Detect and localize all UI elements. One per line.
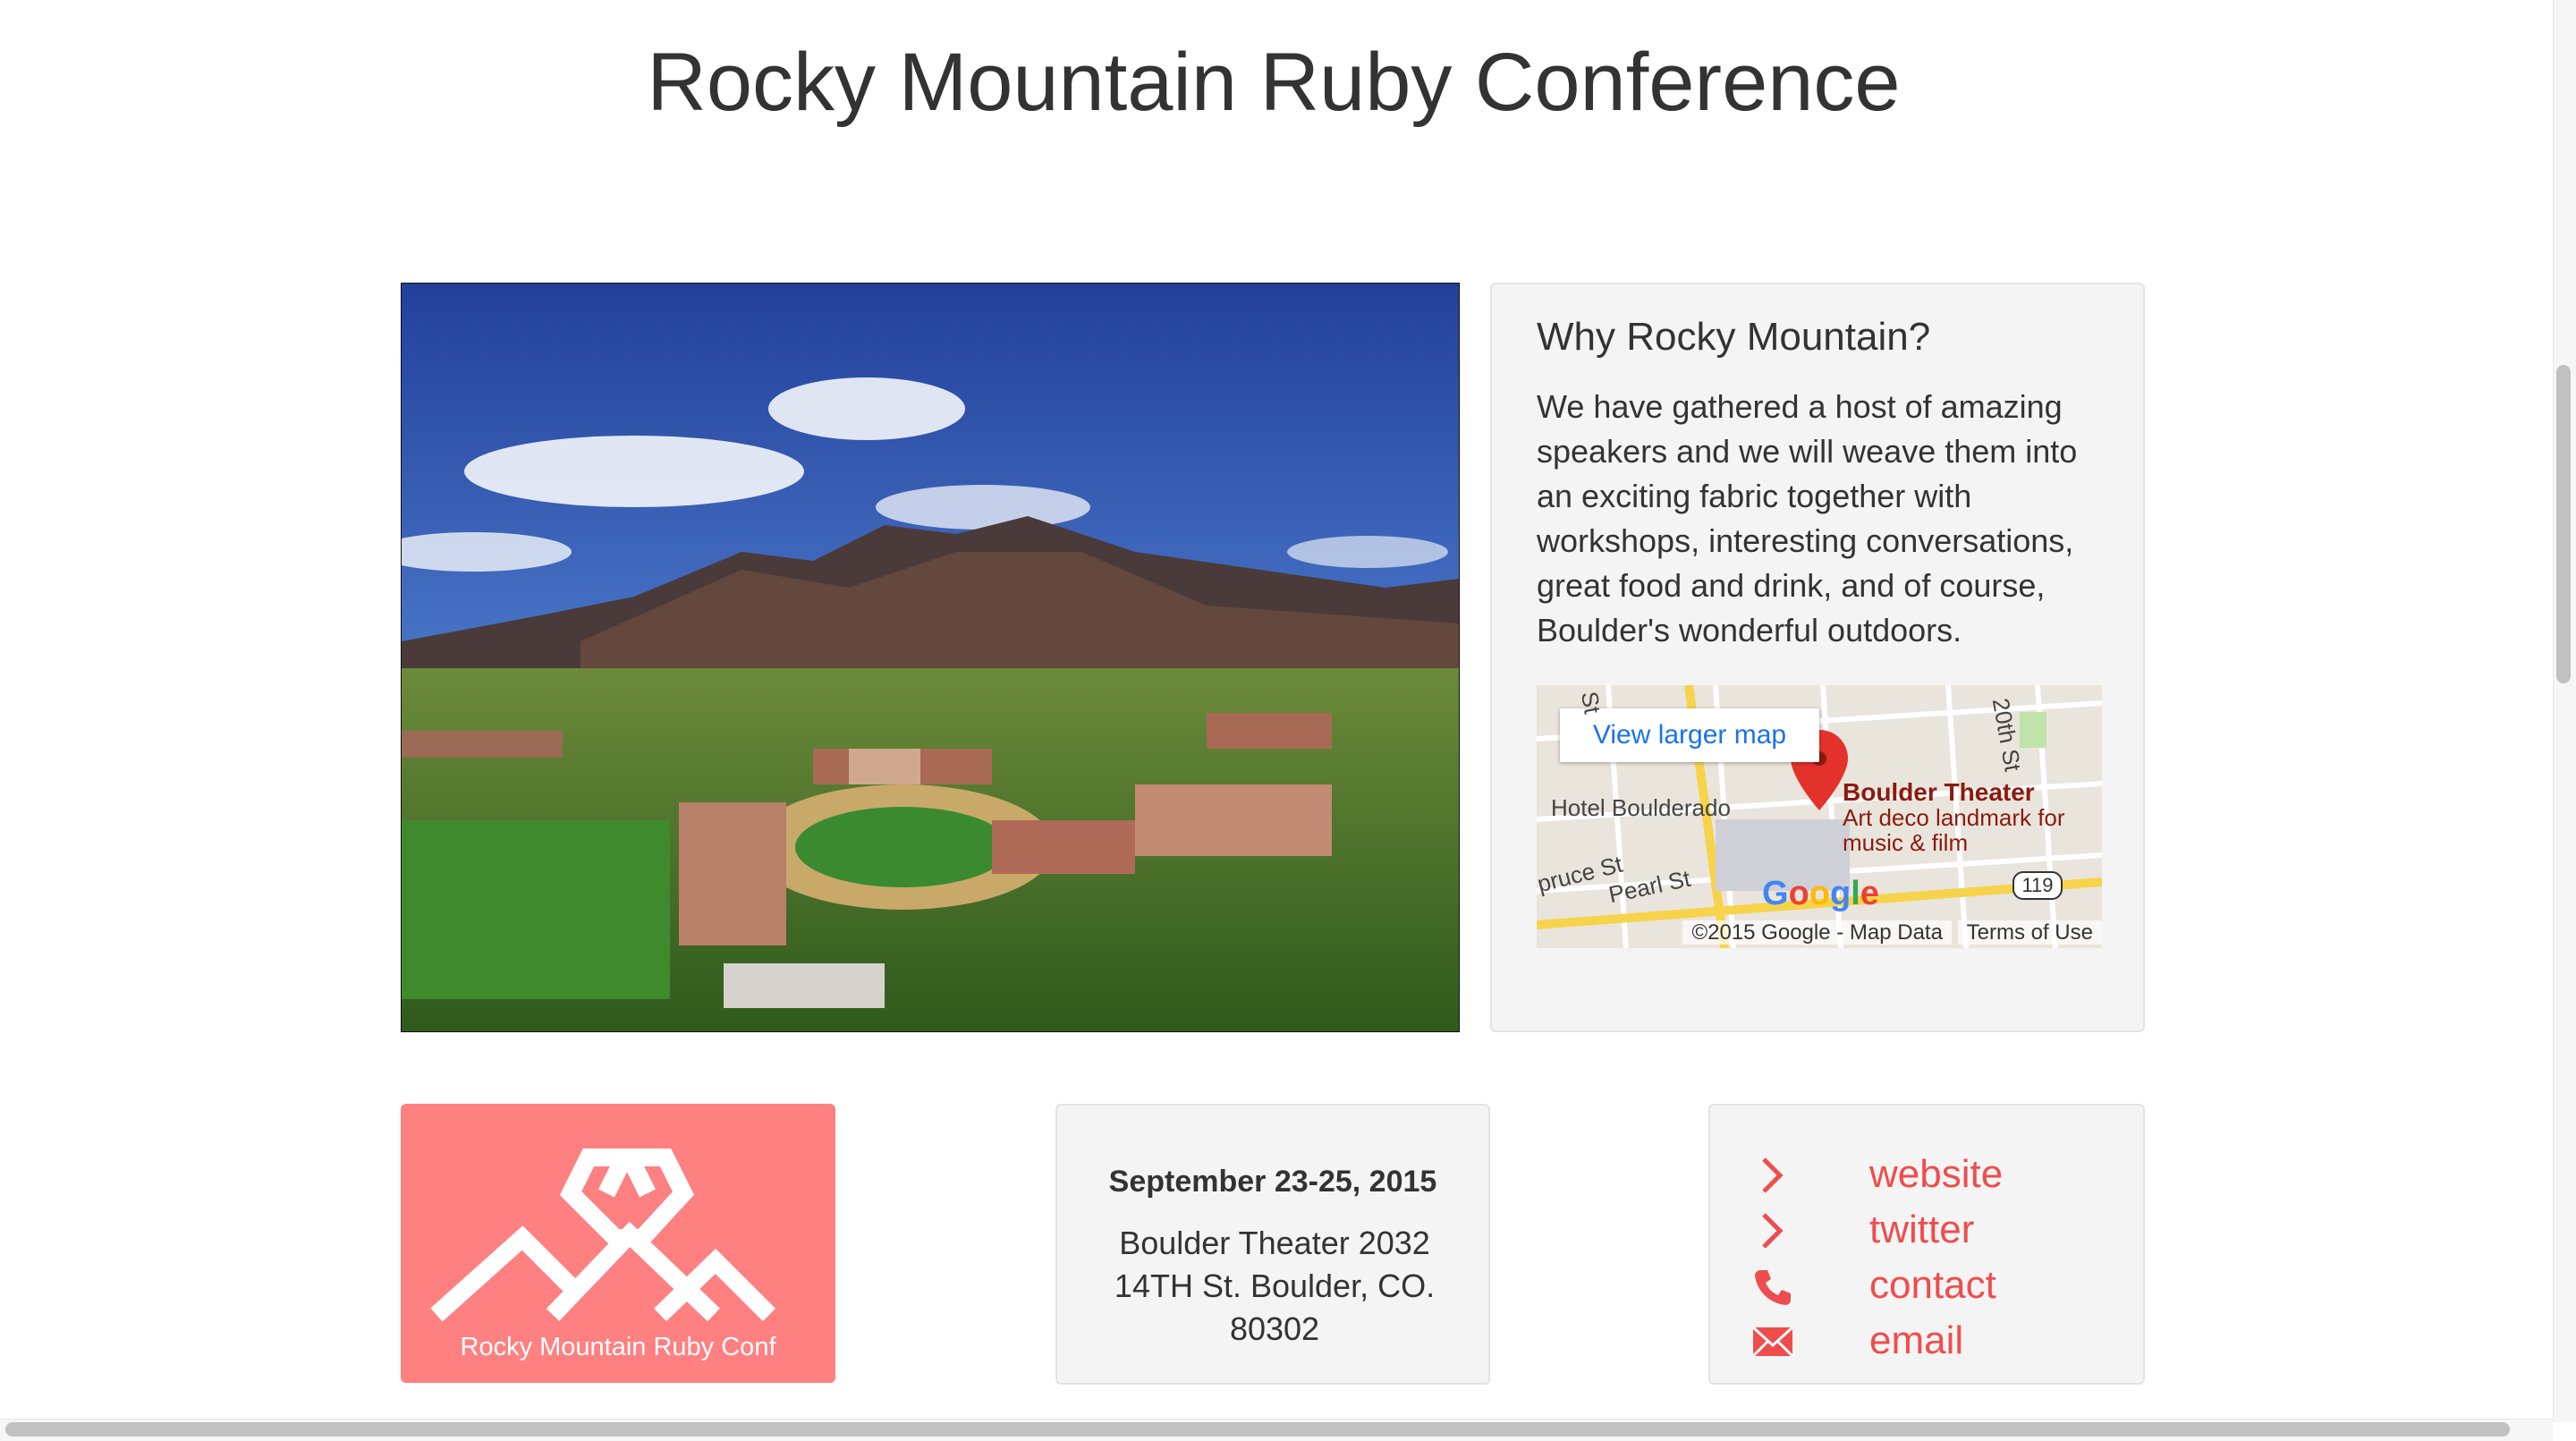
why-body: We have gathered a host of amazing speak… [1537, 388, 2078, 648]
event-date: September 23-25, 2015 [1108, 1165, 1437, 1199]
why-heading: Why Rocky Mountain? [1537, 315, 1931, 359]
logo-caption: Rocky Mountain Ruby Conf [460, 1333, 776, 1361]
vertical-scrollbar-thumb[interactable] [2556, 365, 2571, 683]
map-label-hotel: Hotel Boulderado [1551, 794, 1731, 821]
link-email[interactable]: email [1751, 1315, 2127, 1367]
google-logo: Google [1762, 875, 1879, 912]
link-email-label[interactable]: email [1869, 1318, 1963, 1363]
map-label-top-street: St [1575, 689, 1606, 716]
horizontal-scrollbar-thumb[interactable] [5, 1422, 2510, 1437]
map-copyright: ©2015 Google - Map Data [1682, 920, 1952, 945]
links-panel: website twitter contact email [1708, 1104, 2145, 1385]
view-larger-map-link[interactable]: View larger map [1560, 708, 1819, 762]
campus-aerial-image [402, 284, 1459, 1031]
link-contact-label[interactable]: contact [1869, 1263, 1996, 1308]
event-details-panel: September 23-25, 2015 Boulder Theater 20… [1055, 1104, 1490, 1385]
link-contact[interactable]: contact [1751, 1259, 2127, 1311]
venue-name: Boulder Theater [1843, 778, 2035, 806]
chevron-right-icon [1762, 1213, 1784, 1249]
conference-logo: Rocky Mountain Ruby Conf [401, 1104, 835, 1383]
page-title: Rocky Mountain Ruby Conference [647, 37, 1901, 128]
event-address: Boulder Theater 2032 14TH St. Boulder, C… [1114, 1225, 1436, 1347]
vertical-scrollbar-track[interactable] [2553, 0, 2576, 1422]
link-twitter-label[interactable]: twitter [1869, 1208, 1974, 1252]
phone-icon [1755, 1270, 1791, 1305]
link-twitter[interactable]: twitter [1751, 1204, 2127, 1256]
map-footer: ©2015 Google - Map Data Terms of Use [1537, 918, 2102, 948]
venue-description: Art deco landmark for music & film [1843, 804, 2065, 856]
why-panel: Why Rocky Mountain? We have gathered a h… [1490, 283, 2145, 1032]
link-website-label[interactable]: website [1869, 1152, 2003, 1197]
hero-photo [401, 283, 1460, 1032]
embedded-map[interactable]: View larger map Hotel Boulderado pruce S… [1537, 685, 2102, 948]
map-terms-link[interactable]: Terms of Use [1957, 920, 2102, 945]
chevron-right-icon [1762, 1157, 1784, 1193]
road-number-badge: 119 [2012, 871, 2063, 900]
envelope-icon [1751, 1326, 1794, 1358]
link-website[interactable]: website [1751, 1149, 2127, 1200]
